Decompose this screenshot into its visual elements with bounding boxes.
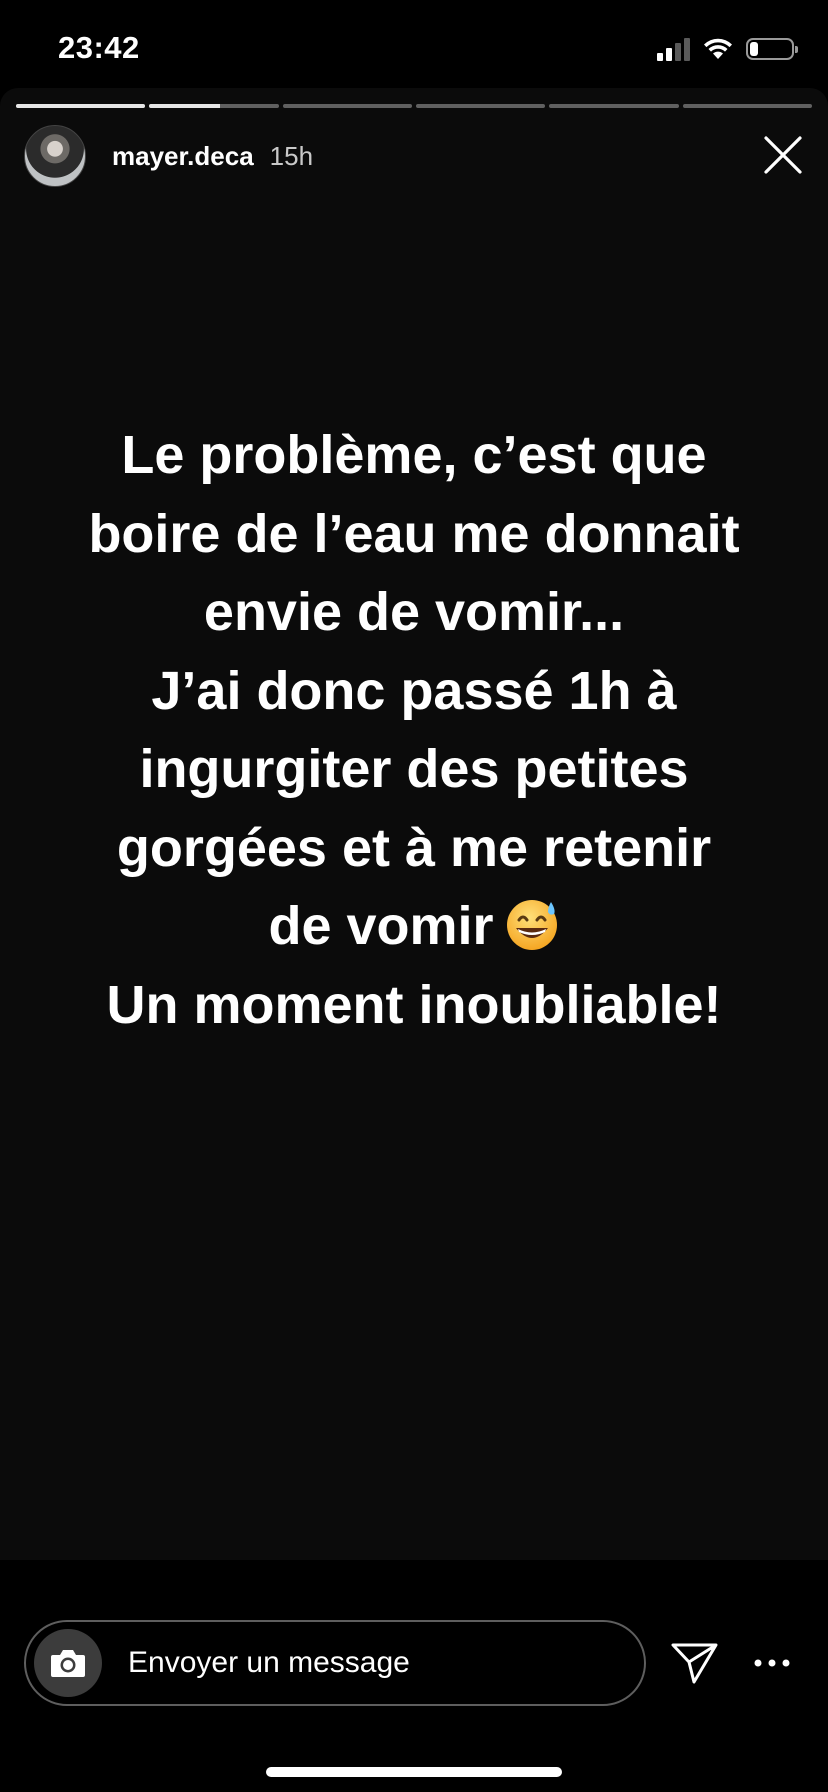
story-progress-segment — [282, 104, 412, 108]
message-placeholder[interactable]: Envoyer un message — [128, 1646, 410, 1680]
battery-level — [750, 42, 758, 56]
status-bar: 23:42 — [0, 0, 828, 88]
story-viewer[interactable]: mayer.deca 15h Le problème, c’est que bo… — [0, 88, 828, 1560]
story-text-line: Le problème, c’est que — [121, 425, 707, 485]
story-text-line: ingurgiter des petites — [139, 739, 689, 799]
grinning-face-with-sweat-icon — [506, 900, 557, 950]
story-time-ago: 15h — [269, 140, 314, 171]
battery-icon — [746, 38, 798, 60]
wifi-icon — [704, 38, 732, 59]
story-text-line: de vomir — [268, 896, 494, 956]
more-icon[interactable] — [752, 1640, 792, 1686]
story-progress-segment — [549, 104, 679, 108]
story-text-line: envie de vomir... — [203, 582, 625, 642]
send-icon[interactable] — [670, 1640, 720, 1686]
story-progress-segment — [682, 104, 812, 108]
story-text-line: gorgées et à me retenir — [116, 817, 712, 878]
story-header: mayer.deca 15h — [24, 124, 313, 188]
camera-button[interactable] — [34, 1629, 102, 1697]
story-text-line: J’ai donc passé 1h à — [151, 660, 677, 721]
story-text: Le problème, c’est que boire de l’eau me… — [40, 416, 788, 1044]
story-progress-segment — [149, 104, 279, 108]
avatar[interactable] — [24, 125, 86, 187]
close-icon[interactable] — [760, 132, 806, 178]
story-progress-segment — [16, 104, 146, 108]
story-progress-bar — [16, 104, 812, 108]
home-indicator — [266, 1767, 562, 1777]
status-time: 23:42 — [58, 30, 140, 65]
status-icons — [657, 34, 798, 64]
story-text-line: boire de l’eau me donnait — [88, 503, 740, 564]
message-input[interactable]: Envoyer un message — [24, 1620, 646, 1706]
camera-icon — [51, 1650, 85, 1677]
story-progress-segment — [415, 104, 546, 108]
story-text-line-with-emoji: de vomir — [40, 887, 788, 966]
bottom-bar: Envoyer un message — [0, 1560, 828, 1792]
signal-icon — [657, 37, 690, 61]
story-text-line: Un moment inoubliable! — [106, 974, 722, 1035]
username[interactable]: mayer.deca — [112, 141, 254, 172]
